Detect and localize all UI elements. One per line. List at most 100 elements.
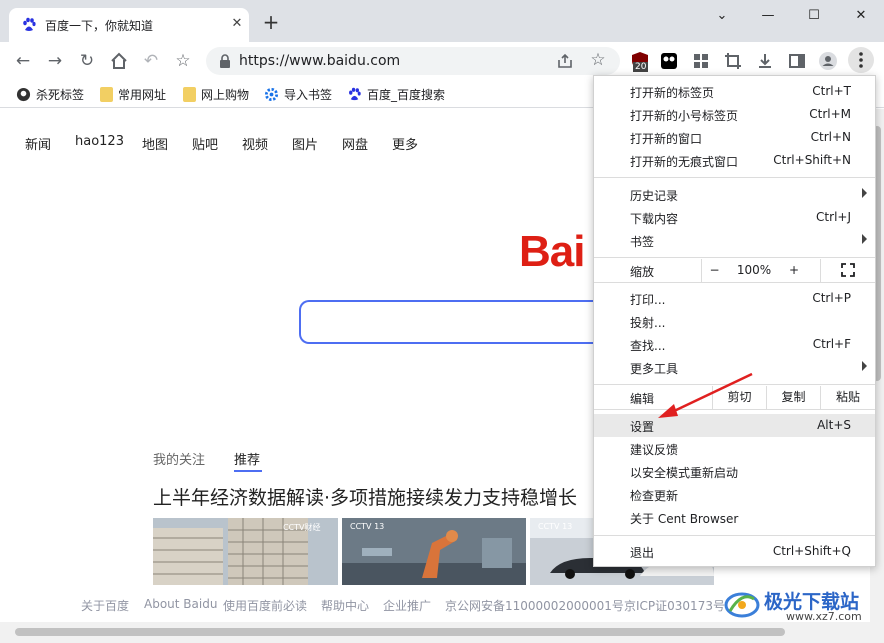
share-icon[interactable]: [556, 52, 574, 70]
footer-link[interactable]: 使用百度前必读: [223, 597, 307, 614]
footer-link[interactable]: About Baidu: [144, 597, 217, 611]
footer-link[interactable]: 京公网安备11000002000001号: [445, 597, 624, 614]
paste-button[interactable]: 粘贴: [820, 386, 875, 409]
footer-link[interactable]: 企业推广: [383, 597, 431, 614]
menu-separator: [594, 535, 875, 536]
nav-link-tieba[interactable]: 贴吧: [192, 134, 218, 153]
folder-icon: [183, 86, 196, 102]
baidu-paw-icon: [349, 87, 361, 100]
fullscreen-icon: [841, 263, 855, 277]
maximize-button[interactable]: ☐: [800, 5, 828, 27]
crop-icon[interactable]: [723, 51, 743, 71]
url-text[interactable]: https://www.baidu.com: [239, 53, 400, 69]
submenu-arrow-icon: [862, 361, 867, 371]
menu-item-label: 书签: [630, 235, 655, 249]
menu-button[interactable]: [848, 47, 874, 73]
watermark-logo: 极光下载站 www.xz7.com: [724, 585, 884, 625]
news-thumbnail[interactable]: CCTV 13: [342, 518, 526, 585]
news-thumbnail[interactable]: CCTV财经: [153, 518, 338, 585]
menu-item-new-window[interactable]: 打开新的窗口 Ctrl+N: [594, 126, 875, 149]
menu-item-shortcut: Ctrl+N: [810, 130, 851, 144]
menu-item-bookmarks[interactable]: 书签: [594, 229, 875, 252]
copy-button[interactable]: 复制: [766, 386, 820, 409]
bookmark-item[interactable]: 导入书签: [264, 85, 332, 103]
menu-separator: [594, 282, 875, 283]
tab-following[interactable]: 我的关注: [153, 449, 205, 468]
horizontal-scroll-thumb[interactable]: [15, 628, 785, 636]
undo-icon[interactable]: ↶: [140, 50, 162, 72]
menu-item-label: 打开新的窗口: [630, 132, 703, 146]
thumbnail-caption: CCTV 13: [538, 522, 573, 531]
side-panel-icon[interactable]: [787, 51, 807, 71]
zoom-out-button[interactable]: −: [701, 259, 727, 282]
address-bar[interactable]: https://www.baidu.com ☆: [206, 47, 620, 75]
bookmark-star-icon[interactable]: ☆: [172, 50, 194, 72]
zoom-label: 缩放: [630, 265, 655, 279]
home-icon[interactable]: [108, 50, 130, 72]
menu-item-label: 以安全模式重新启动: [630, 466, 739, 480]
menu-item-cast[interactable]: 投射...: [594, 310, 875, 333]
nav-link-map[interactable]: 地图: [142, 134, 168, 153]
nav-link-images[interactable]: 图片: [292, 134, 318, 153]
bookmark-folder[interactable]: 网上购物: [183, 85, 249, 103]
star-icon[interactable]: ☆: [589, 51, 607, 69]
tab-search-icon[interactable]: ⌄: [708, 5, 736, 27]
menu-item-safe-mode-restart[interactable]: 以安全模式重新启动: [594, 460, 875, 483]
search-input[interactable]: [299, 300, 609, 344]
nav-link-netdisk[interactable]: 网盘: [342, 134, 368, 153]
menu-item-new-incognito[interactable]: 打开新的无痕式窗口 Ctrl+Shift+N: [594, 149, 875, 172]
minimize-button[interactable]: —: [754, 5, 782, 27]
menu-item-history[interactable]: 历史记录: [594, 183, 875, 206]
menu-item-downloads[interactable]: 下载内容 Ctrl+J: [594, 206, 875, 229]
grid-extension-icon[interactable]: [691, 51, 711, 71]
bookmark-label: 网上购物: [201, 87, 250, 102]
tampermonkey-icon[interactable]: [659, 51, 679, 71]
ublock-extension-icon[interactable]: 20: [630, 51, 650, 72]
forward-icon[interactable]: →: [44, 50, 66, 72]
browser-tab[interactable]: 百度一下，你就知道 ✕: [9, 8, 249, 42]
menu-zoom-row: 缩放 − 100% +: [594, 259, 875, 282]
folder-icon: [100, 86, 113, 102]
nav-link-hao123[interactable]: hao123: [75, 134, 124, 149]
tab-close-icon[interactable]: ✕: [228, 15, 246, 33]
menu-item-label: 退出: [630, 546, 655, 560]
close-window-button[interactable]: ✕: [847, 5, 875, 27]
nav-link-more[interactable]: 更多: [392, 134, 418, 153]
new-tab-button[interactable]: +: [261, 12, 281, 32]
download-icon[interactable]: [755, 51, 775, 71]
menu-item-check-update[interactable]: 检查更新: [594, 483, 875, 506]
more-vert-icon: [859, 52, 863, 68]
lock-icon: [220, 54, 230, 68]
bookmark-item[interactable]: 百度_百度搜索: [347, 85, 445, 103]
news-headline[interactable]: 上半年经济数据解读·多项措施接续发力支持稳增长: [153, 483, 577, 510]
reload-icon[interactable]: ↻: [76, 50, 98, 72]
menu-item-find[interactable]: 查找... Ctrl+F: [594, 333, 875, 356]
footer-link[interactable]: 关于百度: [81, 597, 129, 614]
footer-link[interactable]: 京ICP证030173号: [624, 597, 725, 614]
menu-item-label: 建议反馈: [630, 443, 679, 457]
nav-link-video[interactable]: 视频: [242, 134, 268, 153]
menu-item-shortcut: Ctrl+P: [812, 291, 851, 305]
fullscreen-button[interactable]: [820, 259, 875, 282]
menu-item-print[interactable]: 打印... Ctrl+P: [594, 287, 875, 310]
back-icon[interactable]: ←: [12, 50, 34, 72]
menu-item-label: 检查更新: [630, 489, 679, 503]
extension-badge: 20: [633, 62, 649, 72]
nav-link-news[interactable]: 新闻: [25, 134, 51, 153]
zoom-level: 100%: [736, 263, 772, 277]
menu-item-about[interactable]: 关于 Cent Browser: [594, 506, 875, 529]
aurora-logo-icon: [724, 592, 760, 618]
menu-item-exit[interactable]: 退出 Ctrl+Shift+Q: [594, 540, 875, 563]
menu-item-new-tab[interactable]: 打开新的标签页 Ctrl+T: [594, 80, 875, 103]
footer-link[interactable]: 帮助中心: [321, 597, 369, 614]
menu-item-feedback[interactable]: 建议反馈: [594, 437, 875, 460]
menu-item-label: 关于 Cent Browser: [630, 512, 739, 526]
zoom-in-button[interactable]: +: [781, 259, 807, 282]
bookmark-folder[interactable]: 常用网址: [100, 85, 166, 103]
profile-avatar-icon[interactable]: [818, 51, 838, 71]
tab-recommended[interactable]: 推荐: [234, 449, 260, 468]
bookmark-item[interactable]: 杀死标签: [16, 85, 84, 103]
github-icon: [16, 87, 31, 101]
menu-item-shortcut: Ctrl+M: [809, 107, 851, 121]
menu-item-new-profile-tab[interactable]: 打开新的小号标签页 Ctrl+M: [594, 103, 875, 126]
